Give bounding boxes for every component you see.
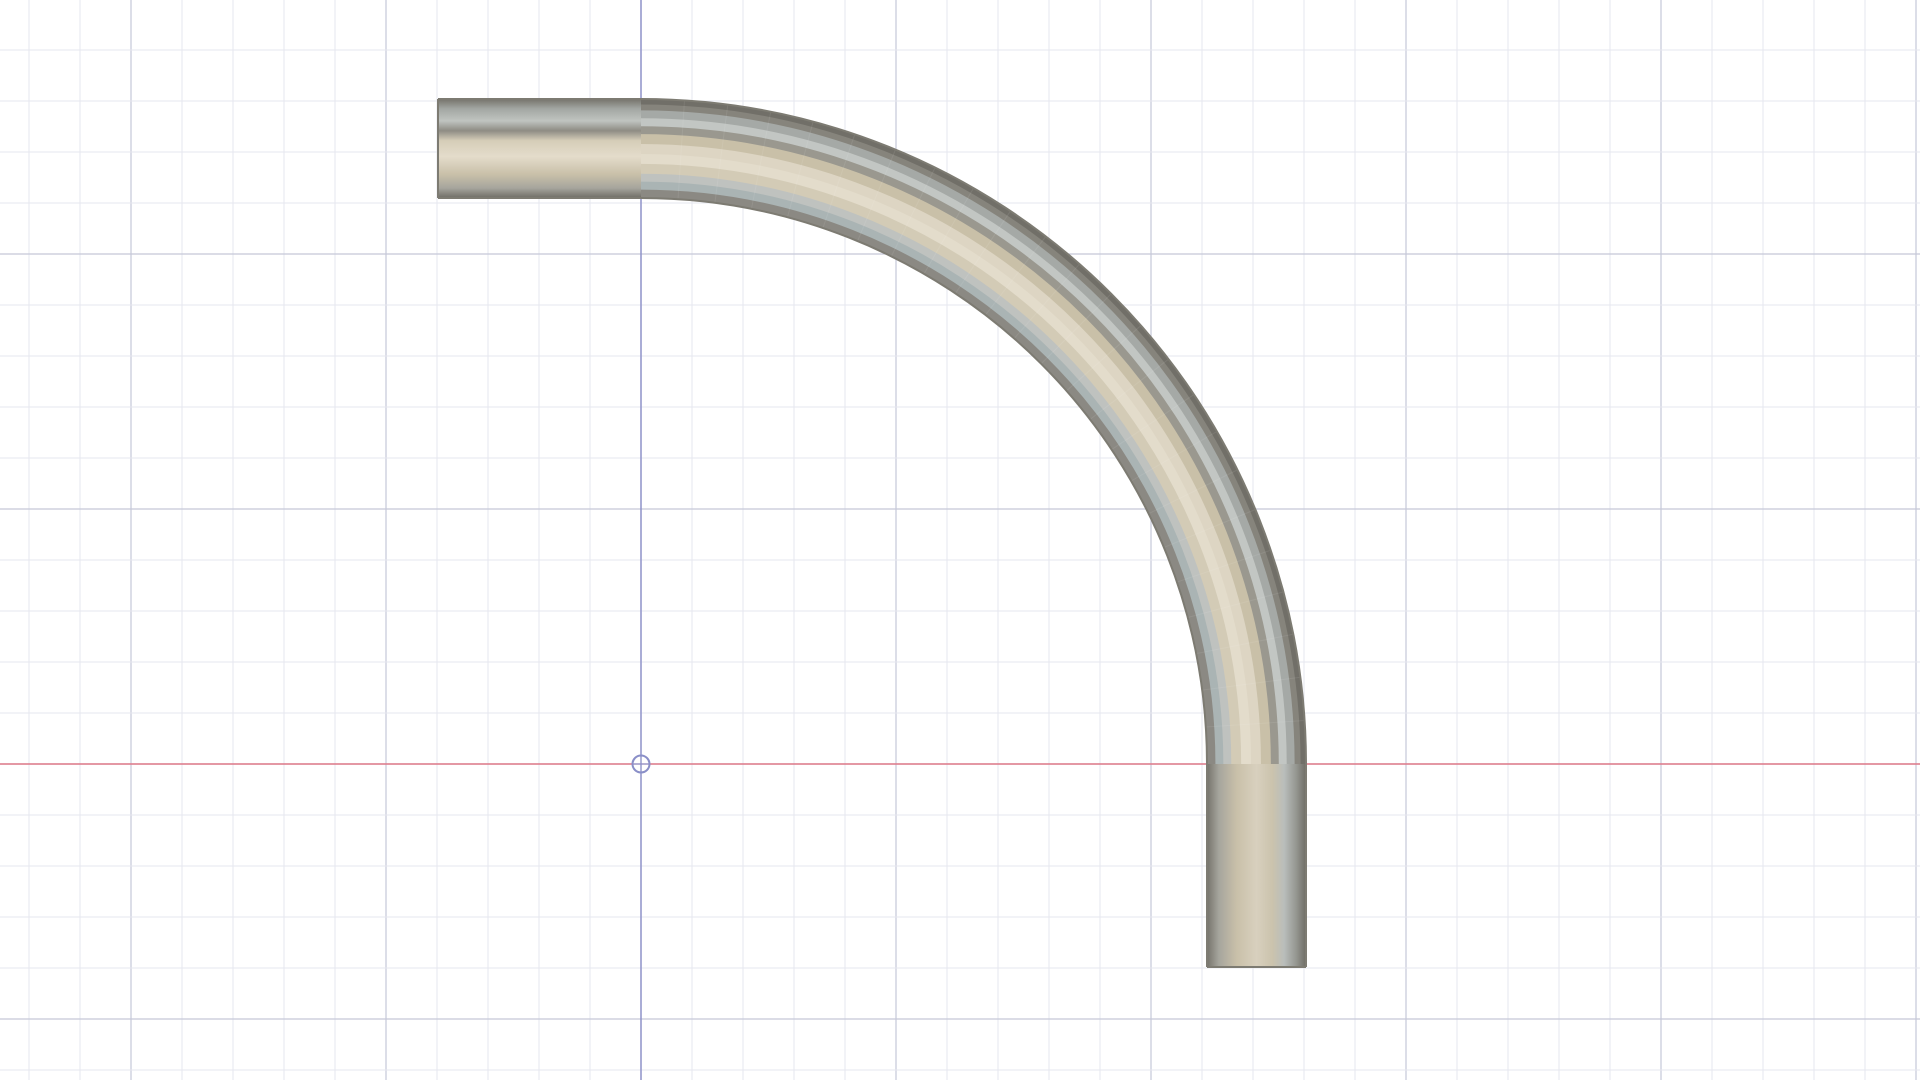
- 3d-viewport[interactable]: [0, 0, 1920, 1080]
- axes: [0, 0, 1920, 1080]
- grid: [0, 0, 1920, 1080]
- tube-straight-side: [1207, 763, 1306, 967]
- tube-bend-band: [640, 189, 1216, 765]
- tube-straight-top: [438, 99, 642, 198]
- bent-tube[interactable]: [437, 98, 1307, 968]
- origin-marker: [631, 754, 651, 774]
